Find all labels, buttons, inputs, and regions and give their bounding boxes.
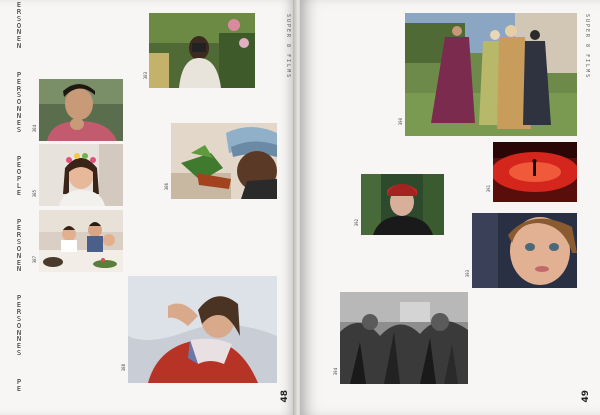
vertical-letter: S [16,349,22,358]
vertical-letter: E [16,384,22,393]
vertical-letter: N [16,265,22,274]
vertical-word: PE [16,378,22,393]
photo-caption: 394 [333,368,338,376]
vertical-word: PERSONEN [16,218,22,274]
photo-man-portrait [39,79,123,141]
photo-girl-flower-crown [39,144,123,206]
photo-caption: 386 [164,183,169,191]
left-page: ERSONEN PERSONNES PEOPLE PERSONEN PERSONNES P… [0,0,296,415]
photo-camera-garden [149,13,255,88]
running-head-left: SUPER 8 FILMS [285,14,291,80]
photo-caption: 387 [32,256,37,264]
running-head-right: SUPER 8 FILMS [584,14,590,80]
photo-caption: 383 [143,72,148,80]
vertical-word: PERSONNES [17,295,21,357]
photo-red-hat-portrait [361,174,444,235]
vertical-word: PERSONNES [16,71,22,134]
page-number-left: 48 [280,390,290,403]
vertical-letter: S [16,125,22,134]
photo-caption: 392 [354,219,359,227]
photo-caption: 391 [486,185,491,193]
photo-family-table [39,210,123,272]
photo-red-landscape [493,142,577,202]
vertical-letter: E [16,188,22,197]
photo-caption: 393 [465,270,470,278]
vertical-word-list: ERSONEN PERSONNES PEOPLE PERSONEN PERSONNES P… [13,2,25,415]
right-page: SUPER 8 FILMS 390 391 392 393 394 49 [300,0,600,415]
vertical-letter: N [16,42,22,51]
photo-caption: 390 [398,118,403,126]
photo-bw-garden [340,292,468,384]
photo-caption: 385 [32,190,37,198]
photo-women-in-park [405,13,577,136]
vertical-word: ERSONEN [17,2,21,50]
photo-woman-lying [128,276,277,383]
page-number-right: 49 [581,390,591,403]
vertical-word: PEOPLE [16,155,22,197]
photo-girl-closeup [472,213,577,288]
photo-caption: 388 [121,364,126,372]
photo-caption: 384 [32,125,37,133]
photo-plant-turban [171,123,277,199]
